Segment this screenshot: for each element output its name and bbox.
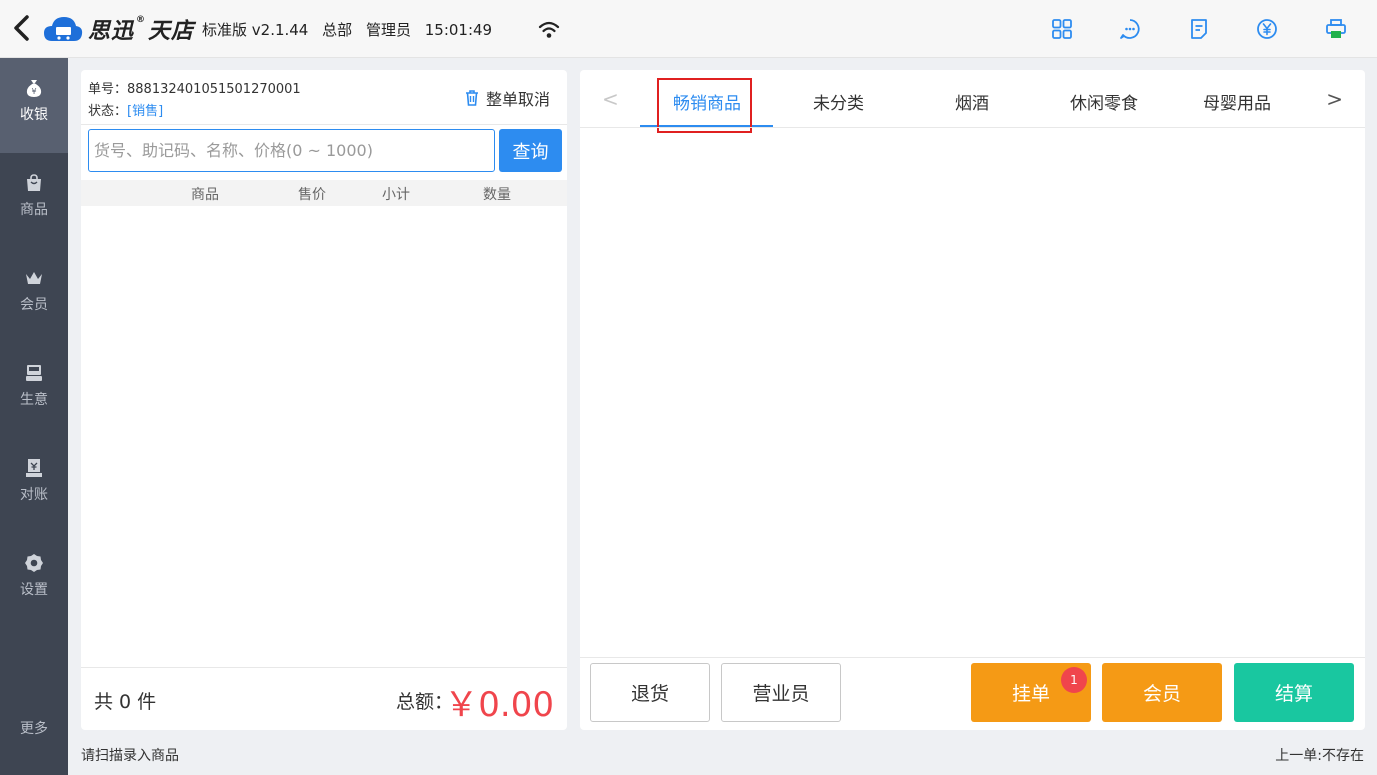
sidebar-item-label: 收银 [20,107,48,123]
tab-snacks[interactable]: 休闲零食 [1070,89,1138,114]
status-hint: 请扫描录入商品 [81,748,179,764]
column-header-quantity: 数量 [483,187,511,203]
divider [580,657,1365,658]
wifi-icon [538,21,560,38]
sidebar-item-products[interactable]: 商品 [0,153,68,248]
tab-baby-products[interactable]: 母婴用品 [1203,89,1271,114]
header-info: 标准版 v2.1.44 总部 管理员 15:01:49 [202,19,501,40]
svg-text:¥: ¥ [31,87,36,96]
clerk-button[interactable]: 营业员 [721,663,841,722]
sidebar-item-label: 商品 [20,202,48,218]
brand-logo: 思迅 ®天店 [88,15,195,44]
sidebar-item-reconcile[interactable]: 对账 [0,438,68,533]
chat-icon[interactable] [1118,17,1142,41]
sidebar-item-cashier[interactable]: ¥ 收银 [0,58,68,153]
sidebar-more[interactable]: 更多 [0,718,68,738]
item-count: 共 0 件 [94,691,157,713]
tab-tobacco-liquor[interactable]: 烟酒 [955,89,989,114]
sidebar-item-label: 会员 [20,297,48,313]
sidebar-item-label: 生意 [20,392,48,408]
yen-coin-icon[interactable] [1255,17,1279,41]
hold-count-badge: 1 [1061,667,1087,693]
order-number: 单号：888132401051501270001 [88,82,301,97]
table-header: 商品 售价 小计 数量 [81,180,567,206]
sidebar-item-label: 对账 [20,487,48,503]
sidebar-item-business[interactable]: 生意 [0,343,68,438]
total-amount: ￥0.00 [444,685,554,725]
return-button[interactable]: 退货 [590,663,710,722]
status-bar: 请扫描录入商品 上一单:不存在 [68,735,1377,775]
clock-label: 15:01:49 [424,21,493,39]
sidebar-item-settings[interactable]: 设置 [0,533,68,628]
top-bar: 思迅 ®天店 标准版 v2.1.44 总部 管理员 15:01:49 [0,0,1377,58]
search-button[interactable]: 查询 [499,129,562,172]
tabs-prev-button[interactable]: < [602,87,619,111]
divider [81,667,567,668]
ledger-icon [26,459,42,477]
branch-label: 总部 [322,21,353,39]
divider [81,124,567,125]
sidebar: ¥ 收银 商品 会员 生意 对账 设置 更多 [0,58,68,775]
member-button[interactable]: 会员 [1102,663,1222,722]
user-label: 管理员 [365,21,411,39]
tab-uncategorized[interactable]: 未分类 [813,89,864,114]
money-bag-icon: ¥ [26,80,42,97]
sidebar-item-label: 设置 [20,582,48,598]
divider [580,127,1365,128]
trash-icon [465,90,478,106]
document-icon[interactable] [1187,17,1211,41]
column-header-subtotal: 小计 [382,187,410,203]
tabs-next-button[interactable]: > [1326,87,1343,111]
product-panel: < 畅销商品 未分类 烟酒 休闲零食 母婴用品 > 退货 营业员 挂单 1 会员… [580,70,1365,730]
edition-label: 标准版 v2.1.44 [202,21,309,39]
printer-icon[interactable] [1324,17,1348,41]
highlight-box [657,78,752,133]
back-arrow-icon[interactable] [10,14,34,42]
column-header-product: 商品 [191,187,219,203]
order-status: 状态：[销售] [88,104,164,119]
apps-grid-icon[interactable] [1050,17,1074,41]
crown-icon [26,272,42,284]
register-icon [26,365,42,381]
search-input[interactable] [88,129,495,172]
gear-icon [25,554,43,572]
cancel-order-button[interactable]: 整单取消 [464,86,550,110]
sidebar-item-members[interactable]: 会员 [0,248,68,343]
order-panel: 单号：888132401051501270001 状态：[销售] 整单取消 查询… [81,70,567,730]
last-order-status: 上一单:不存在 [1275,748,1364,764]
checkout-button[interactable]: 结算 [1234,663,1354,722]
shopping-bag-icon [27,174,41,191]
cloud-cart-logo-icon [44,17,83,41]
column-header-price: 售价 [298,187,326,203]
status-value: [销售] [127,104,164,119]
